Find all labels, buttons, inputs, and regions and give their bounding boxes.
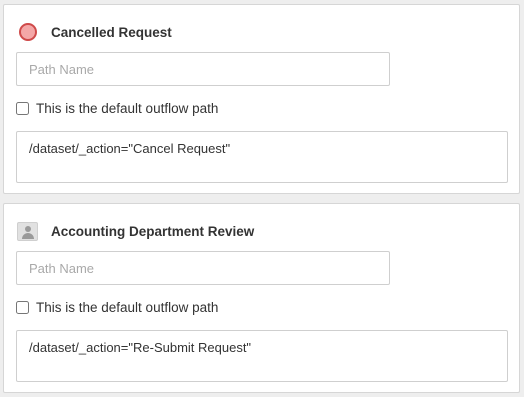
default-outflow-row: This is the default outflow path [16, 99, 218, 117]
outflow-path-card: Accounting Department Review This is the… [3, 203, 520, 393]
path-header: Cancelled Request [16, 21, 172, 43]
path-header: Accounting Department Review [16, 220, 254, 242]
path-title: Accounting Department Review [51, 223, 255, 239]
default-outflow-checkbox[interactable] [16, 101, 29, 115]
outflow-paths-panel: Cancelled Request This is the default ou… [0, 0, 524, 397]
user-icon [17, 221, 38, 241]
default-outflow-label[interactable]: This is the default outflow path [36, 300, 218, 315]
user-icon-head [25, 225, 31, 232]
default-outflow-row: This is the default outflow path [16, 298, 218, 316]
condition-expression-field[interactable]: /dataset/_action="Cancel Request" [16, 131, 508, 183]
path-name-input[interactable] [16, 52, 390, 86]
user-icon-body [22, 232, 34, 239]
stop-circle-icon [19, 23, 37, 41]
default-outflow-checkbox[interactable] [16, 300, 29, 314]
path-name-input[interactable] [16, 251, 390, 285]
default-outflow-label[interactable]: This is the default outflow path [36, 101, 218, 116]
condition-expression-field[interactable]: /dataset/_action="Re-Submit Request" [16, 330, 508, 382]
outflow-path-card: Cancelled Request This is the default ou… [3, 4, 520, 194]
path-title: Cancelled Request [51, 24, 172, 40]
